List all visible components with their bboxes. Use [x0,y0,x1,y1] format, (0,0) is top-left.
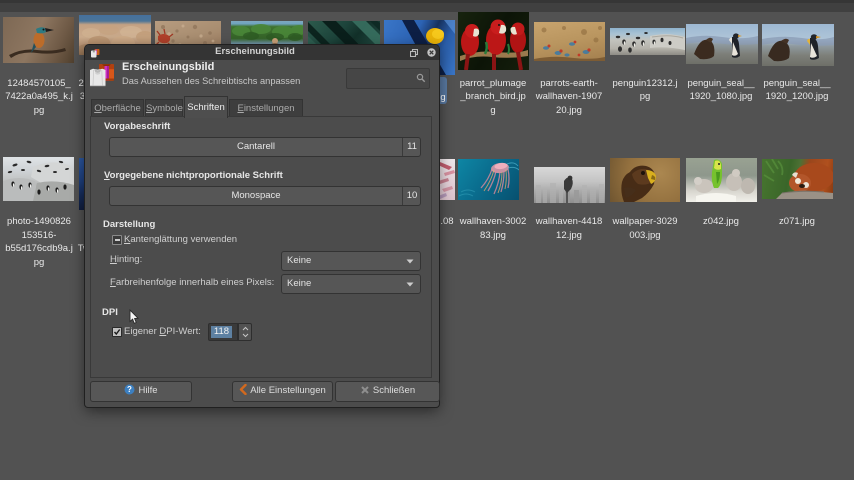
svg-text:?: ? [128,385,133,394]
